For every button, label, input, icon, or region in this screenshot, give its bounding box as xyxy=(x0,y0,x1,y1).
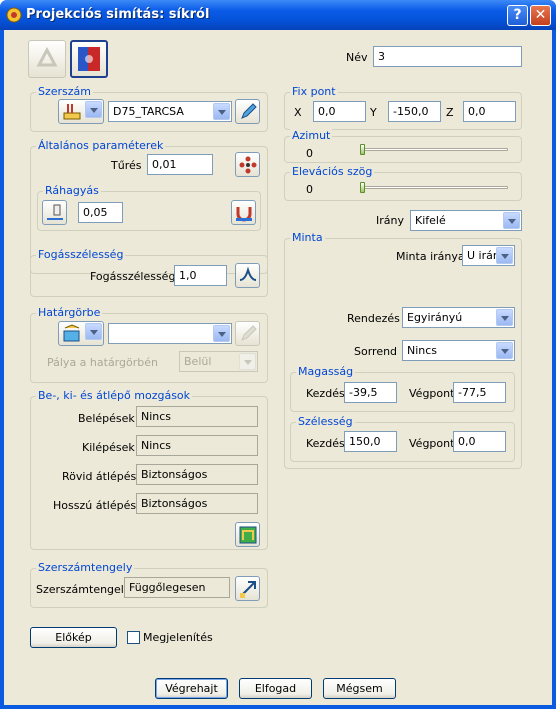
tool-type-select[interactable] xyxy=(58,99,104,124)
close-icon: ✕ xyxy=(534,7,547,23)
chevron-down-icon[interactable] xyxy=(213,325,230,342)
chevron-down-icon[interactable] xyxy=(85,323,102,340)
recycle-icon xyxy=(29,41,65,77)
elevacio-slider-thumb[interactable] xyxy=(360,182,365,193)
dialog-client: Név 3 Szerszám D75_TARCSA Általános para… xyxy=(4,30,552,705)
sorrend-label: Sorrend xyxy=(354,345,398,358)
pencil-icon xyxy=(238,102,258,122)
fogasszelesseg-label: Fogásszélesség xyxy=(90,270,176,283)
belepesek-label: Belépések xyxy=(78,412,135,425)
tolerance-button[interactable] xyxy=(235,152,260,177)
tool-combo[interactable]: D75_TARCSA xyxy=(108,101,232,122)
boundary-type-select[interactable] xyxy=(58,321,104,346)
rendezes-label: Rendezés xyxy=(347,312,400,325)
z-label: Z xyxy=(446,106,454,119)
execute-button[interactable]: Végrehajt xyxy=(155,678,228,699)
megjelenites-label: Megjelenítés xyxy=(143,631,213,644)
tures-field[interactable]: 0,01 xyxy=(147,154,213,175)
close-button[interactable]: ✕ xyxy=(530,5,551,26)
megjelenites-checkbox[interactable] xyxy=(127,631,140,644)
rovid-atlepes-field[interactable]: Biztonságos xyxy=(136,464,258,485)
szelesseg-kezdes-label: Kezdés xyxy=(306,437,345,450)
app-icon xyxy=(6,7,22,23)
magassag-vegpont-field[interactable]: -77,5 xyxy=(453,382,506,403)
kilepesek-label: Kilépések xyxy=(82,441,135,454)
hosszu-atlepes-label: Hosszú átlépés xyxy=(53,499,137,512)
boundary-combo[interactable] xyxy=(108,323,232,344)
azimut-slider-thumb[interactable] xyxy=(360,144,365,155)
accept-button[interactable]: Elfogad xyxy=(239,678,312,699)
help-button[interactable]: ? xyxy=(507,5,528,26)
recycle-button[interactable] xyxy=(28,40,66,78)
palya-label: Pálya a határgörbén xyxy=(47,356,158,369)
dialog-window: Projekciós simítás: síkról ? ✕ Név 3 Sze… xyxy=(0,0,556,709)
edit-tool-button[interactable] xyxy=(235,99,260,124)
y-field[interactable]: -150,0 xyxy=(388,101,441,122)
y-label: Y xyxy=(370,106,377,119)
rendezes-combo[interactable]: Egyirányú xyxy=(402,307,515,328)
pattern-button[interactable] xyxy=(70,40,108,78)
pattern-surface-icon xyxy=(72,42,106,76)
tures-label: Tűrés xyxy=(111,159,142,172)
kilepesek-field[interactable]: Nincs xyxy=(136,435,258,456)
magnet-icon xyxy=(234,203,254,223)
azimut-slider[interactable] xyxy=(361,148,508,151)
preview-button[interactable]: Előkép xyxy=(30,627,117,648)
boundary-icon xyxy=(62,324,82,344)
tool-axis-button[interactable] xyxy=(235,576,260,601)
chevron-down-icon[interactable] xyxy=(496,309,513,326)
irany-label: Irány xyxy=(376,214,404,227)
rovid-atlepes-label: Rövid átlépés xyxy=(62,470,137,483)
rahagyas-group: Ráhagyás xyxy=(37,184,261,231)
hosszu-atlepes-field[interactable]: Biztonságos xyxy=(136,493,258,514)
fogasszelesseg-field[interactable]: 1,0 xyxy=(174,265,227,286)
z-field[interactable]: 0,0 xyxy=(463,101,516,122)
stepover-button[interactable] xyxy=(235,263,260,288)
allowance-type-button[interactable] xyxy=(42,200,67,225)
edit-boundary-button[interactable] xyxy=(235,321,260,346)
window-title: Projekciós simítás: síkról xyxy=(26,7,210,22)
cusp-icon xyxy=(238,266,258,286)
palya-combo[interactable]: Belül xyxy=(179,351,258,372)
x-field[interactable]: 0,0 xyxy=(313,101,366,122)
leads-links-icon xyxy=(238,525,258,545)
sorrend-combo[interactable]: Nincs xyxy=(402,340,515,361)
magassag-vegpont-label: Végpont xyxy=(409,387,455,400)
szelesseg-kezdes-field[interactable]: 150,0 xyxy=(344,431,397,452)
help-icon: ? xyxy=(513,7,522,23)
irany-combo[interactable]: Kifelé xyxy=(410,210,522,231)
chevron-down-icon[interactable] xyxy=(85,101,102,118)
minta-irany-label: Minta iránya xyxy=(396,250,465,263)
component-allowance-button[interactable] xyxy=(231,200,256,225)
allowance-icon xyxy=(45,203,65,223)
szerszamtengely-label: Szerszámtengely xyxy=(36,583,131,596)
minta-irany-combo[interactable]: U irán xyxy=(462,245,515,266)
tolerance-icon xyxy=(238,155,258,175)
chevron-down-icon[interactable] xyxy=(239,353,256,370)
belepesek-field[interactable]: Nincs xyxy=(136,406,258,427)
nev-label: Név xyxy=(346,51,368,64)
azimut-value: 0 xyxy=(306,147,313,160)
chevron-down-icon[interactable] xyxy=(503,212,520,229)
szelesseg-vegpont-label: Végpont xyxy=(409,437,455,450)
axis-arrow-icon xyxy=(238,579,258,599)
x-label: X xyxy=(294,106,302,119)
elevacio-slider[interactable] xyxy=(361,186,508,189)
szelesseg-vegpont-field[interactable]: 0,0 xyxy=(453,431,506,452)
chevron-down-icon[interactable] xyxy=(213,103,230,120)
chevron-down-icon[interactable] xyxy=(496,342,513,359)
tool-icon xyxy=(62,102,82,122)
leads-links-button[interactable] xyxy=(235,522,260,547)
szerszamtengely-field[interactable]: Függőlegesen xyxy=(124,577,230,598)
magassag-kezdes-label: Kezdés xyxy=(306,387,345,400)
magassag-kezdes-field[interactable]: -39,5 xyxy=(344,382,397,403)
rahagyas-field[interactable]: 0,05 xyxy=(78,202,123,223)
cancel-button[interactable]: Mégsem xyxy=(323,678,396,699)
elevacio-value: 0 xyxy=(306,183,313,196)
pencil-icon xyxy=(238,324,258,344)
nev-field[interactable]: 3 xyxy=(373,46,522,67)
chevron-down-icon[interactable] xyxy=(496,247,513,264)
title-bar[interactable]: Projekciós simítás: síkról ? ✕ xyxy=(0,0,556,30)
